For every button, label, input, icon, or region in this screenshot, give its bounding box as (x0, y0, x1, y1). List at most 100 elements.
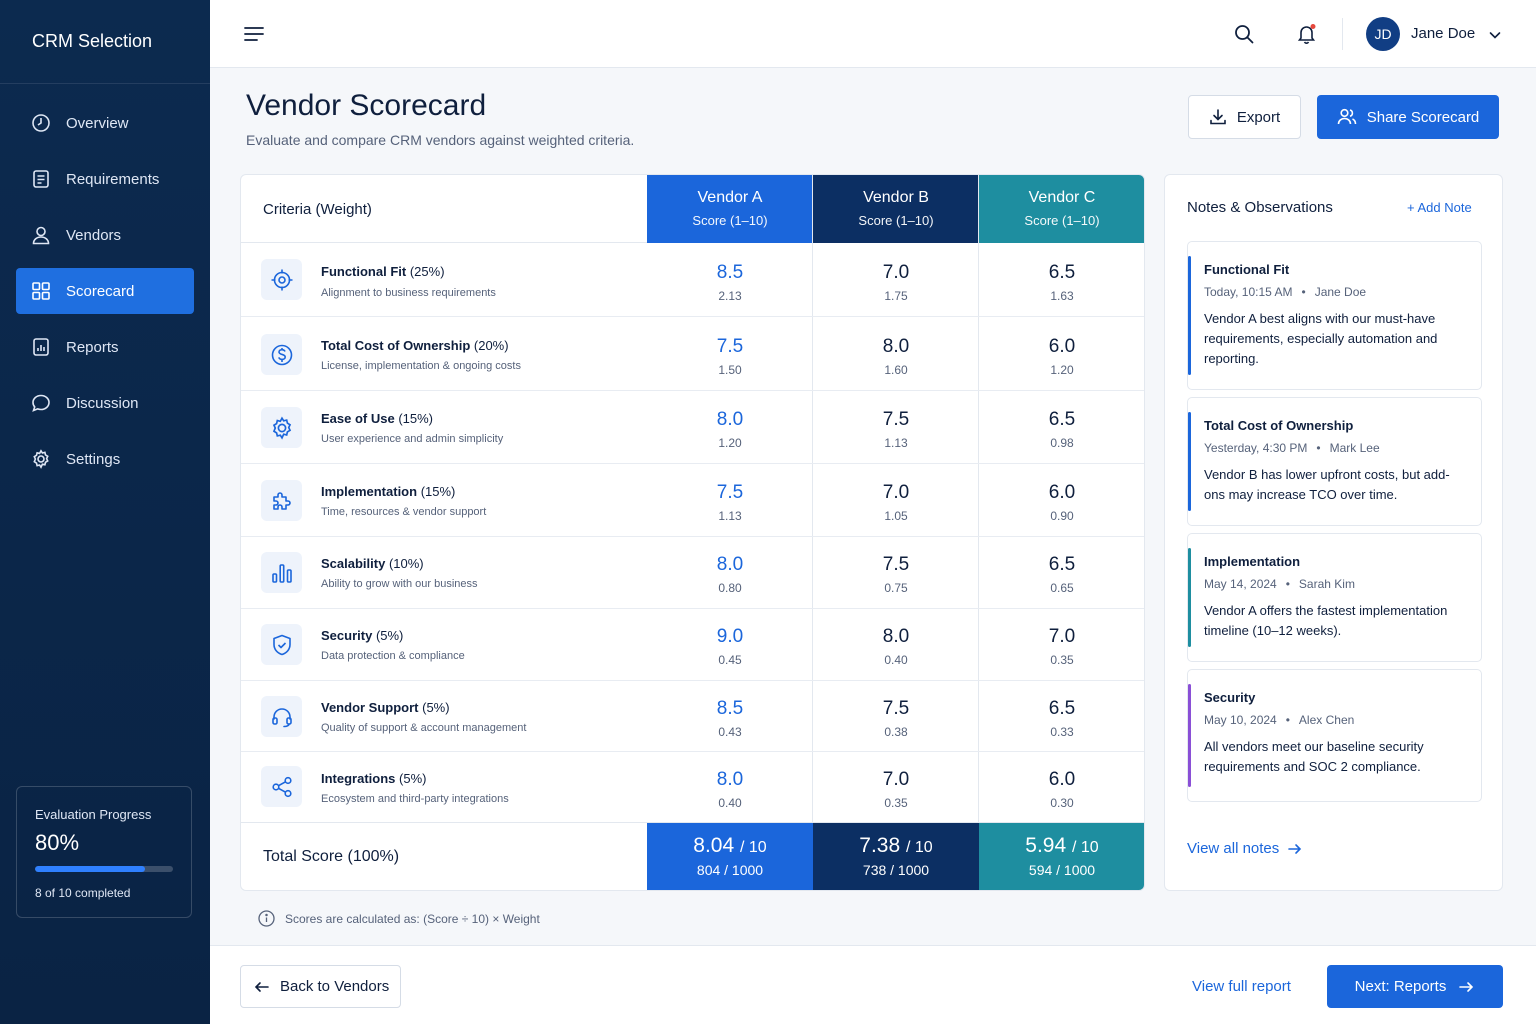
info-icon (258, 910, 275, 927)
next-reports-button[interactable]: Next: Reports (1327, 965, 1503, 1008)
vendor-a-score: 8.5 0.43 (716, 698, 744, 739)
back-label: Back to Vendors (280, 978, 390, 995)
criterion-name: Security (5%) (321, 628, 404, 643)
note-meta: May 14, 2024 • Sarah Kim (1204, 577, 1355, 591)
criterion-description: Ecosystem and third-party integrations (321, 793, 509, 805)
sidebar-item-reports[interactable]: Reports (16, 324, 194, 370)
chevron-down-icon[interactable] (1488, 28, 1502, 47)
table-row-total-cost-of-ownership: Total Cost of Ownership (20%) License, i… (241, 318, 1144, 391)
vendor-b-score: 7.0 1.05 (882, 482, 910, 523)
arrow-right-icon (1458, 979, 1475, 995)
table-row-vendor-support: Vendor Support (5%) Quality of support &… (241, 681, 1144, 752)
avatar[interactable]: JD (1366, 17, 1400, 51)
notes-panel: Notes & Observations + Add Note Function… (1164, 174, 1503, 891)
vendor-c-score: 6.0 0.30 (1048, 769, 1076, 810)
menu-icon[interactable] (244, 24, 264, 44)
bar-chart-icon (261, 552, 302, 593)
vendor-b-score: 7.0 0.35 (882, 769, 910, 810)
note-title: Functional Fit (1204, 262, 1290, 277)
table-row-implementation: Implementation (15%) Time, resources & v… (241, 464, 1144, 537)
shield-icon (261, 624, 302, 665)
criterion-name: Functional Fit (25%) (321, 264, 445, 279)
note-meta: Yesterday, 4:30 PM • Mark Lee (1204, 441, 1380, 455)
vendor-c-score: 6.0 1.20 (1048, 336, 1076, 377)
total-score-row: Total Score (100%) 8.04 / 10 804 / 1000 … (241, 822, 1144, 890)
user-name[interactable]: Jane Doe (1411, 25, 1475, 42)
page-title: Vendor Scorecard (246, 89, 487, 122)
share-nodes-icon (261, 766, 302, 807)
criterion-description: Data protection & compliance (321, 650, 465, 662)
sidebar-item-settings[interactable]: Settings (16, 436, 194, 482)
vendor-c-score: 6.5 0.33 (1048, 698, 1076, 739)
view-full-report-link[interactable]: View full report (1192, 978, 1291, 995)
sidebar-item-scorecard[interactable]: Scorecard (16, 268, 194, 314)
table-row-integrations: Integrations (5%) Ecosystem and third-pa… (241, 752, 1144, 822)
export-button[interactable]: Export (1188, 95, 1301, 139)
table-header: Criteria (Weight) Vendor A Score (1–10) … (241, 175, 1144, 243)
note-card[interactable]: Implementation May 14, 2024 • Sarah Kim Ve… (1187, 533, 1482, 662)
vendor-score-label: Score (1–10) (692, 213, 768, 228)
sidebar-item-label: Overview (66, 114, 129, 132)
note-title: Security (1204, 690, 1256, 705)
criterion-name: Total Cost of Ownership (20%) (321, 338, 509, 353)
target-icon (261, 259, 302, 300)
evaluation-progress-card: Evaluation Progress 80% 8 of 10 complete… (16, 786, 192, 918)
sidebar-item-requirements[interactable]: Requirements (16, 156, 194, 202)
note-body: Vendor A offers the fastest implementati… (1204, 603, 1448, 638)
vendor-b-score: 7.5 0.38 (882, 698, 910, 739)
note-body: Vendor A best aligns with our must-have … (1204, 311, 1438, 366)
note-card[interactable]: Security May 10, 2024 • Alex Chen All vend… (1187, 669, 1482, 802)
vendor-a-score: 8.5 2.13 (716, 262, 744, 303)
vendor-c-score: 6.0 0.90 (1048, 482, 1076, 523)
sidebar-item-overview[interactable]: Overview (16, 100, 194, 146)
export-label: Export (1236, 108, 1281, 126)
vendor-c-header: Vendor C Score (1–10) (979, 175, 1144, 243)
brand-title: CRM Selection (0, 0, 210, 84)
users-icon (1337, 108, 1357, 126)
top-bar: JD Jane Doe (210, 0, 1536, 68)
next-label: Next: Reports (1354, 978, 1447, 995)
back-to-vendors-button[interactable]: Back to Vendors (240, 965, 401, 1008)
progress-title: Evaluation Progress (35, 807, 152, 822)
note-body: Vendor B has lower upfront costs, but ad… (1204, 467, 1450, 502)
add-note-button[interactable]: + Add Note (1407, 200, 1472, 215)
sidebar-item-vendors[interactable]: Vendors (16, 212, 194, 258)
gear-icon (31, 449, 51, 469)
criterion-name: Integrations (5%) (321, 771, 427, 786)
note-accent-bar (1188, 684, 1191, 787)
user-icon (31, 225, 51, 245)
share-scorecard-button[interactable]: Share Scorecard (1317, 95, 1499, 139)
grid-icon (31, 281, 51, 301)
note-card[interactable]: Total Cost of Ownership Yesterday, 4:30 … (1187, 397, 1482, 526)
vendor-c-score: 6.5 0.98 (1048, 409, 1076, 450)
gear-icon (261, 407, 302, 448)
sidebar-item-label: Settings (66, 450, 121, 468)
progress-value: 80% (35, 830, 80, 855)
total-score-label: Total Score (100%) (263, 848, 400, 865)
vendor-name: Vendor A (697, 189, 763, 206)
vendor-c-score: 6.5 0.65 (1048, 554, 1076, 595)
dollar-icon (261, 334, 302, 375)
chart-file-icon (31, 337, 51, 357)
divider (1342, 18, 1343, 50)
criterion-description: Alignment to business requirements (321, 287, 496, 299)
notification-bell-icon[interactable] (1296, 23, 1318, 50)
sidebar-item-discussion[interactable]: Discussion (16, 380, 194, 426)
note-card[interactable]: Functional Fit Today, 10:15 AM • Jane Doe … (1187, 241, 1482, 390)
chat-icon (31, 393, 51, 413)
criterion-name: Scalability (10%) (321, 556, 424, 571)
table-row-scalability: Scalability (10%) Ability to grow with o… (241, 537, 1144, 609)
criterion-name: Vendor Support (5%) (321, 700, 450, 715)
vendor-b-score: 8.0 0.40 (882, 626, 910, 667)
table-row-functional-fit: Functional Fit (25%) Alignment to busine… (241, 243, 1144, 317)
arrow-left-icon (253, 979, 270, 995)
criterion-description: Ability to grow with our business (321, 578, 478, 590)
sidebar-item-label: Requirements (66, 170, 160, 188)
search-icon[interactable] (1234, 24, 1254, 49)
share-label: Share Scorecard (1366, 108, 1480, 126)
vendor-name: Vendor C (1028, 189, 1096, 206)
view-all-notes-link[interactable]: View all notes (1187, 840, 1303, 857)
vendor-b-score: 7.5 1.13 (882, 409, 910, 450)
headset-icon (261, 696, 302, 737)
vendor-a-header: Vendor A Score (1–10) (647, 175, 813, 243)
